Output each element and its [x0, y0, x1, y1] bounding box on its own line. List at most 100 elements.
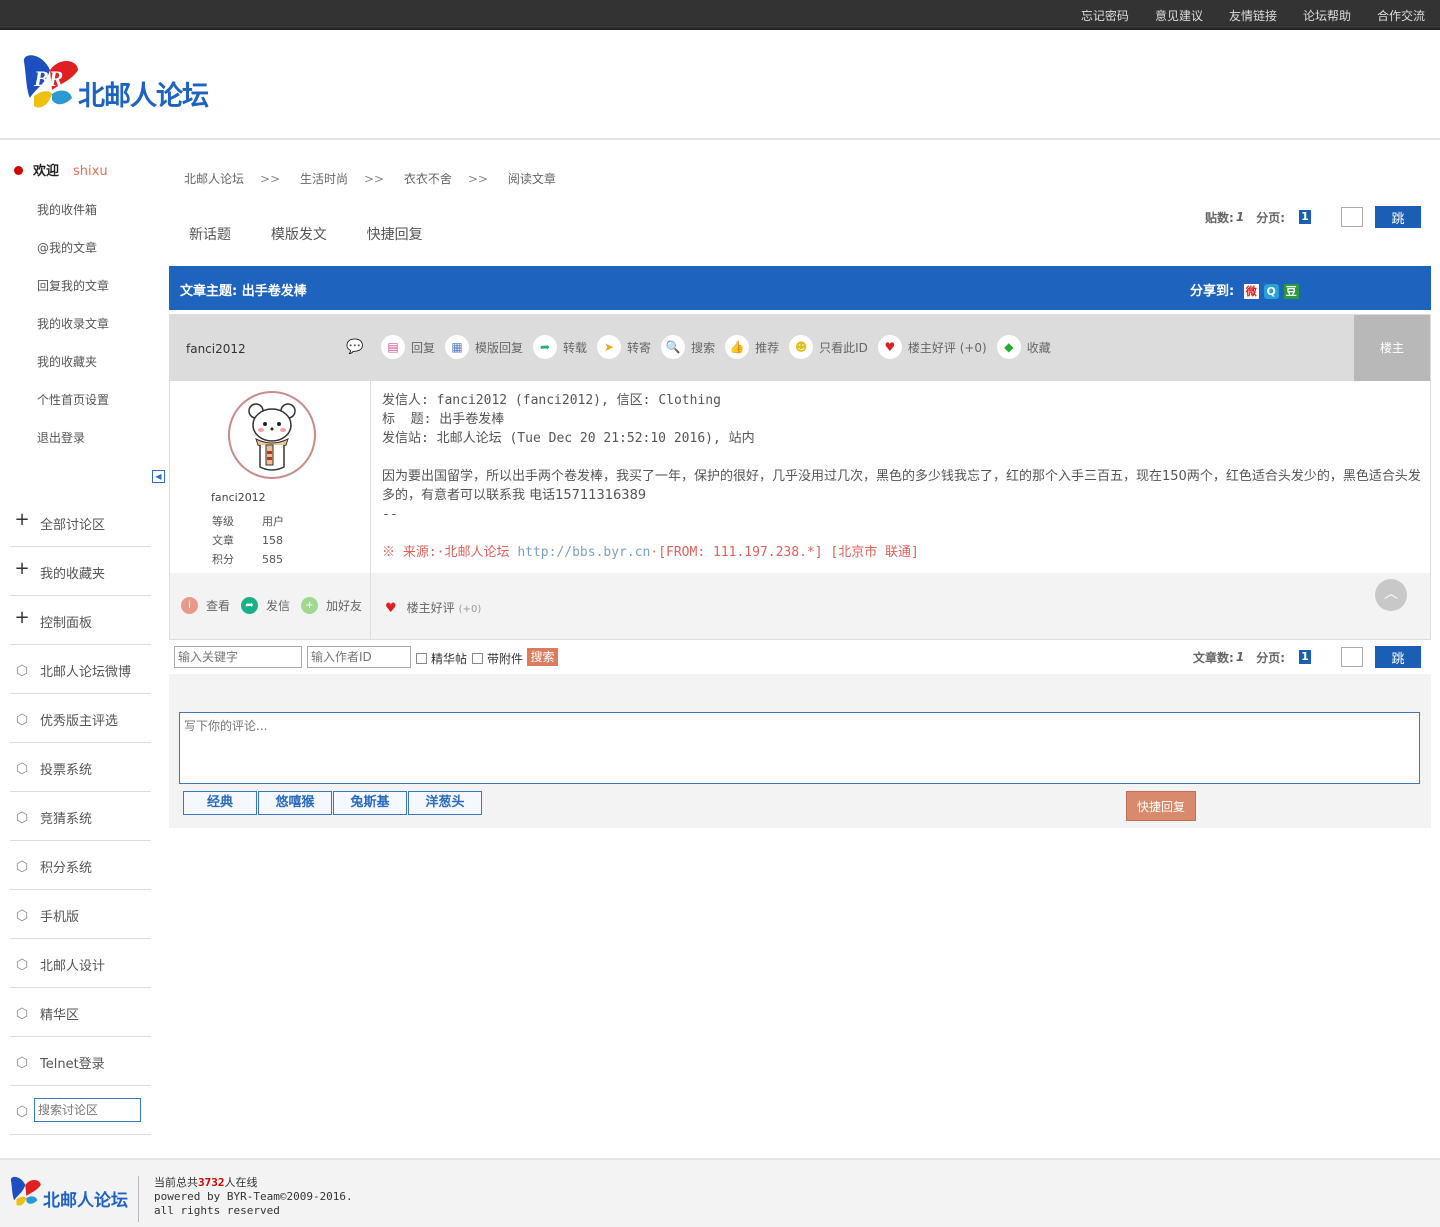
nav-digest[interactable]: ⬡ 精华区	[10, 988, 151, 1037]
only-this-id-action[interactable]: ☻ 只看此ID	[789, 335, 868, 359]
butterfly-logo-icon	[10, 1176, 41, 1206]
tab-new-topic[interactable]: 新话题	[189, 227, 231, 243]
page-number[interactable]: 1	[1299, 650, 1311, 664]
feedback-link[interactable]: 意见建议	[1155, 0, 1203, 32]
tab-quick-reply[interactable]: 快捷回复	[367, 227, 423, 243]
add-friend-action[interactable]: + 加好友	[301, 597, 362, 614]
action-label: 转载	[563, 340, 588, 355]
nav-moderator-vote[interactable]: ⬡ 优秀版主评选	[10, 694, 151, 743]
mail-forward-action[interactable]: ➤ 转寄	[597, 335, 651, 359]
attachment-checkbox[interactable]: 带附件	[472, 650, 523, 667]
homepage-settings-link[interactable]: 个性首页设置	[37, 390, 109, 428]
search-button[interactable]: 搜索	[527, 648, 558, 666]
chat-bubble-icon[interactable]: 💬	[346, 339, 363, 355]
page-jump-button[interactable]: 跳	[1375, 646, 1421, 668]
emoticon-tab-onion[interactable]: 洋葱头	[408, 791, 482, 815]
view-profile-action[interactable]: i 查看	[181, 597, 230, 614]
favorites-link[interactable]: 我的收藏夹	[37, 352, 109, 390]
user-icon: ☻	[789, 335, 814, 359]
collect-action[interactable]: ◆ 收藏	[996, 335, 1051, 359]
send-mail-action[interactable]: ➦ 发信	[241, 597, 290, 614]
page-jump-input[interactable]	[1341, 207, 1363, 227]
quick-reply-button[interactable]: 快捷回复	[1126, 791, 1196, 821]
forum-help-link[interactable]: 论坛帮助	[1303, 0, 1351, 32]
forgot-password-link[interactable]: 忘记密码	[1081, 0, 1129, 32]
nav-guess-system[interactable]: ⬡ 竞猜系统	[10, 792, 151, 841]
emoticon-tabs: 经典 悠嘻猴 兔斯基 洋葱头	[183, 791, 483, 815]
keyword-input[interactable]	[174, 646, 302, 668]
nav-all-boards[interactable]: + 全部讨论区	[10, 498, 151, 547]
repost-action[interactable]: ➦ 转载	[533, 335, 587, 359]
send-mail-icon: ➦	[241, 597, 258, 614]
box-icon: ⬡	[15, 957, 29, 973]
emoticon-tab-classic[interactable]: 经典	[183, 791, 257, 815]
template-reply-action[interactable]: ▦ 模版回复	[445, 335, 523, 359]
bear-avatar-icon	[248, 403, 296, 471]
footer-logo[interactable]: 北邮人论坛	[8, 1174, 128, 1218]
like-count: (+0)	[458, 604, 482, 615]
crumb-section[interactable]: 生活时尚	[300, 172, 348, 186]
crumb-sep: >>	[363, 172, 385, 186]
friend-links-link[interactable]: 友情链接	[1229, 0, 1277, 32]
online-suffix: 人在线	[224, 1176, 258, 1189]
box-icon: ⬡	[15, 1055, 29, 1071]
board-search-input[interactable]	[34, 1098, 141, 1122]
nav-weibo[interactable]: ⬡ 北邮人论坛微博	[10, 645, 151, 694]
post-source: ※ 来源:·北邮人论坛 http://bbs.byr.cn·[FROM: 111…	[382, 543, 1422, 562]
nav-points-system[interactable]: ⬡ 积分系统	[10, 841, 151, 890]
site-logo[interactable]: BR 北邮人论坛	[20, 50, 220, 130]
cooperation-link[interactable]: 合作交流	[1377, 0, 1425, 32]
nav-label: 精华区	[40, 1008, 80, 1023]
share-group: 分享到: 微Q豆	[1190, 280, 1299, 299]
collected-articles-link[interactable]: 我的收录文章	[37, 314, 109, 352]
nav-mobile[interactable]: ⬡ 手机版	[10, 890, 151, 939]
logout-link[interactable]: 退出登录	[37, 428, 109, 466]
page-jump-button[interactable]: 跳	[1375, 206, 1421, 228]
tab-template-post[interactable]: 模版发文	[271, 227, 327, 243]
logo-text: 北邮人论坛	[78, 81, 209, 112]
nav-vote-system[interactable]: ⬡ 投票系统	[10, 743, 151, 792]
send-icon: ➤	[597, 335, 622, 359]
qzone-share-icon[interactable]: Q	[1263, 284, 1279, 299]
recommend-action[interactable]: 👍 推荐	[725, 335, 779, 359]
left-sidebar: 欢迎 shixu 我的收件箱 @我的文章 回复我的文章 我的收录文章 我的收藏夹 …	[0, 142, 165, 1142]
avatar[interactable]	[228, 391, 316, 479]
stat-key: 文章	[212, 534, 234, 547]
mentions-link[interactable]: @我的文章	[37, 238, 109, 276]
author-stats: 等级 用户 文章 158 积分 585	[210, 511, 312, 570]
emoticon-tab-monkey[interactable]: 悠嘻猴	[258, 791, 332, 815]
crumb-board[interactable]: 衣衣不舍	[404, 172, 452, 186]
search-action[interactable]: 🔍 搜索	[661, 335, 715, 359]
article-count-label: 文章数:	[1193, 650, 1234, 665]
op-praise-footer[interactable]: ♥ 楼主好评 (+0)	[385, 599, 481, 616]
crumb-home[interactable]: 北邮人论坛	[184, 172, 244, 186]
back-to-top-icon[interactable]: ︿	[1375, 579, 1407, 611]
emoticon-tab-rabbit[interactable]: 兔斯基	[333, 791, 407, 815]
action-label: 只看此ID	[819, 340, 868, 355]
nav-label: 北邮人设计	[40, 959, 106, 974]
collapse-sidebar-icon[interactable]: ◀	[152, 470, 165, 483]
page-number[interactable]: 1	[1299, 210, 1311, 224]
nav-control-panel[interactable]: + 控制面板	[10, 596, 151, 645]
nav-telnet[interactable]: ⬡ Telnet登录	[10, 1037, 151, 1086]
replies-link[interactable]: 回复我的文章	[37, 276, 109, 314]
stat-value: 158	[262, 534, 283, 547]
reply-action[interactable]: ▤ 回复	[381, 335, 435, 359]
weibo-share-icon[interactable]: 微	[1243, 284, 1259, 299]
douban-share-icon[interactable]: 豆	[1283, 284, 1299, 299]
inbox-link[interactable]: 我的收件箱	[37, 200, 109, 238]
comment-textarea[interactable]	[179, 712, 1420, 784]
digest-checkbox[interactable]: 精华帖	[416, 650, 467, 667]
op-praise-action[interactable]: ♥ 楼主好评 (+0)	[877, 335, 987, 359]
nav-design[interactable]: ⬡ 北邮人设计	[10, 939, 151, 988]
username[interactable]: shixu	[73, 164, 108, 179]
post-author[interactable]: fanci2012	[186, 342, 246, 356]
source-link[interactable]: http://bbs.byr.cn	[517, 545, 650, 560]
page-jump-input[interactable]	[1341, 647, 1363, 667]
floor-label: 楼主	[1354, 315, 1430, 381]
author-id-input[interactable]	[307, 646, 411, 668]
nav-favorites[interactable]: + 我的收藏夹	[10, 547, 151, 596]
author-side-name[interactable]: fanci2012	[211, 491, 266, 504]
nav-label: 手机版	[40, 910, 80, 925]
plus-icon: +	[14, 607, 30, 628]
